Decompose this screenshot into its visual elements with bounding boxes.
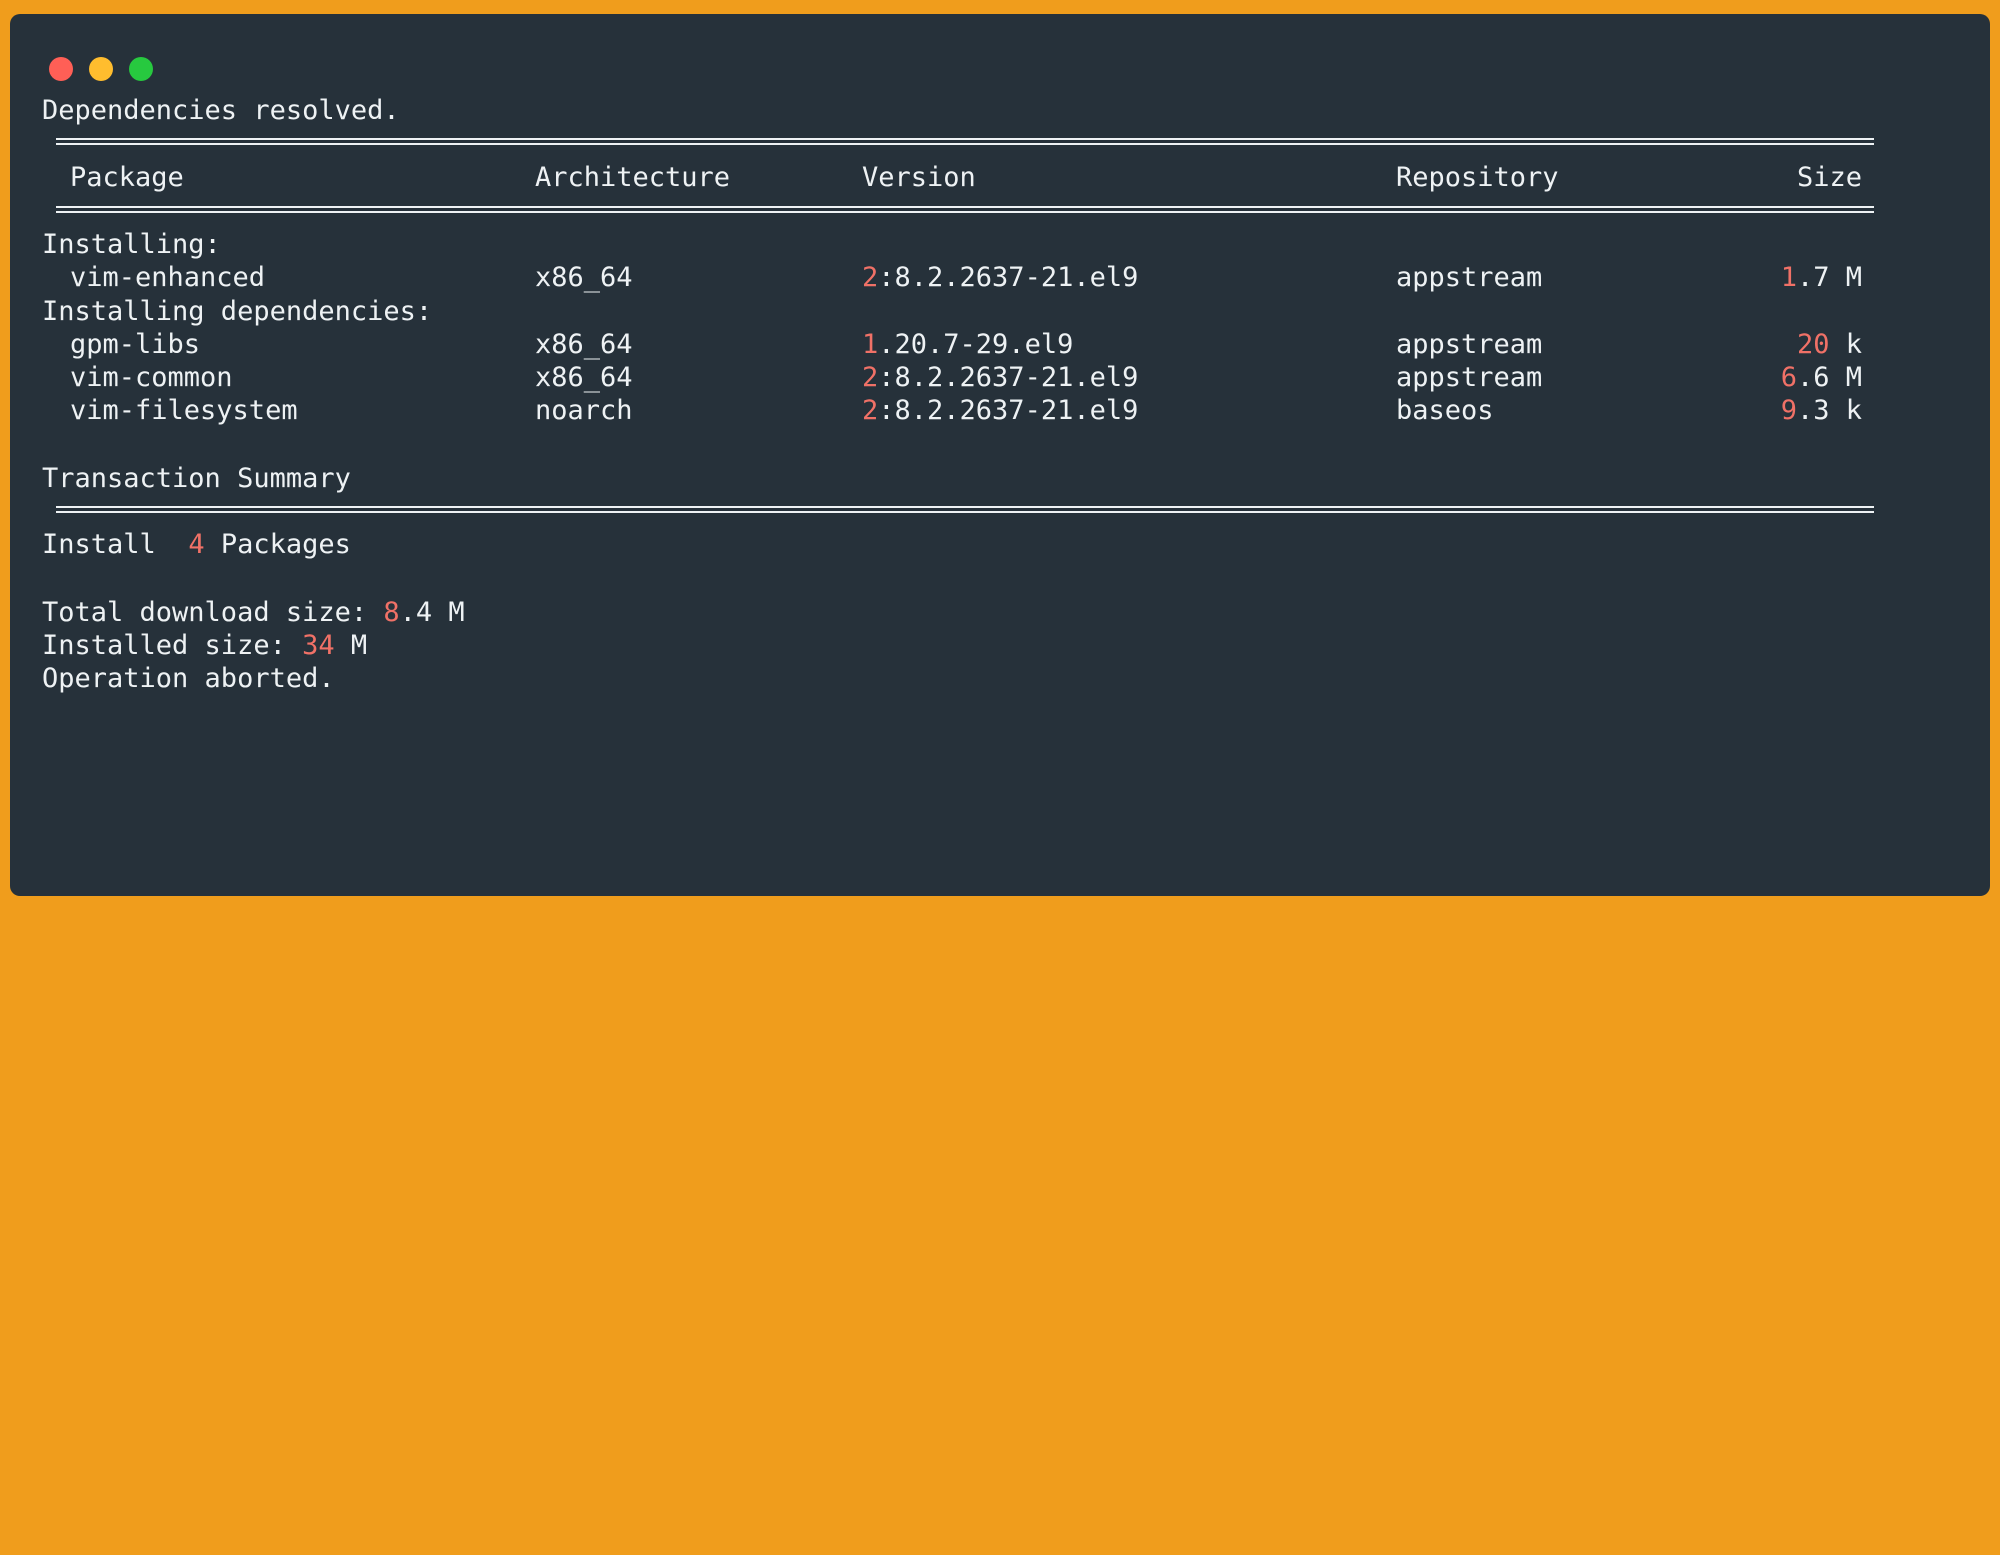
header-repository: Repository [1396,162,1559,193]
row-version: 2:8.2.2637-21.el9 [862,363,1138,393]
row-arch: x86_64 [535,329,633,360]
download-lead: 8 [383,597,400,628]
row-version: 1.20.7-29.el9 [862,330,1073,360]
maximize-button[interactable] [129,57,153,81]
row-repo: baseos [1396,395,1494,426]
size-lead: 6 [1780,362,1797,393]
size-lead: 1 [1780,262,1797,293]
size-rest: .7 M [1796,262,1862,293]
aborted-message: Operation aborted. [42,663,335,694]
row-size: 6.6 M [1650,363,1862,393]
row-size: 1.7 M [1650,263,1862,293]
row-repo: appstream [1396,329,1543,360]
version-epoch: 2 [862,262,879,293]
section-installing: Installing: [42,229,221,260]
row-version: 2:8.2.2637-21.el9 [862,263,1138,293]
row-package: vim-common [70,362,233,393]
header-size: Size [1796,162,1862,193]
install-count: 4 [188,529,205,560]
download-prefix: Total download size: [42,597,384,628]
version-epoch: 1 [862,329,879,360]
row-repo: appstream [1396,262,1543,293]
installed-lead: 34 [302,630,335,661]
summary-title: Transaction Summary [42,463,351,494]
version-rest: :8.2.2637-21.el9 [878,362,1139,393]
size-rest: .6 M [1796,362,1862,393]
row-size: 20 k [1650,330,1862,360]
version-epoch: 2 [862,362,879,393]
row-version: 2:8.2.2637-21.el9 [862,396,1138,426]
version-rest: :8.2.2637-21.el9 [878,262,1139,293]
table-top-rule [56,138,1874,145]
installed-size-line: Installed size: 34 M [42,631,367,661]
download-rest: .4 M [399,597,465,628]
download-size-line: Total download size: 8.4 M [42,598,465,628]
row-size: 9.3 k [1650,396,1862,426]
size-lead: 9 [1780,395,1797,426]
terminal-output: Dependencies resolved. Package Architect… [10,14,1874,1553]
version-rest: .20.7-29.el9 [878,329,1074,360]
section-dependencies: Installing dependencies: [42,296,433,327]
minimize-button[interactable] [89,57,113,81]
installed-prefix: Installed size: [42,630,303,661]
install-prefix: Install [42,529,189,560]
installed-rest: M [334,630,368,661]
version-epoch: 2 [862,395,879,426]
row-arch: x86_64 [535,362,633,393]
table-header-rule [56,206,1874,213]
terminal-window: Dependencies resolved. Package Architect… [10,14,1990,896]
size-rest: .3 k [1796,395,1862,426]
row-package: gpm-libs [70,329,201,360]
header-version: Version [862,162,976,193]
install-suffix: Packages [204,529,351,560]
size-rest: k [1829,329,1862,360]
header-architecture: Architecture [535,162,731,193]
resolved-message: Dependencies resolved. [42,95,400,126]
row-package: vim-enhanced [70,262,266,293]
row-arch: noarch [535,395,633,426]
version-rest: :8.2.2637-21.el9 [878,395,1139,426]
size-lead: 20 [1796,329,1830,360]
summary-rule [56,506,1874,513]
row-arch: x86_64 [535,262,633,293]
install-count-line: Install 4 Packages [42,530,351,560]
row-package: vim-filesystem [70,395,298,426]
header-package: Package [70,162,184,193]
row-repo: appstream [1396,362,1543,393]
